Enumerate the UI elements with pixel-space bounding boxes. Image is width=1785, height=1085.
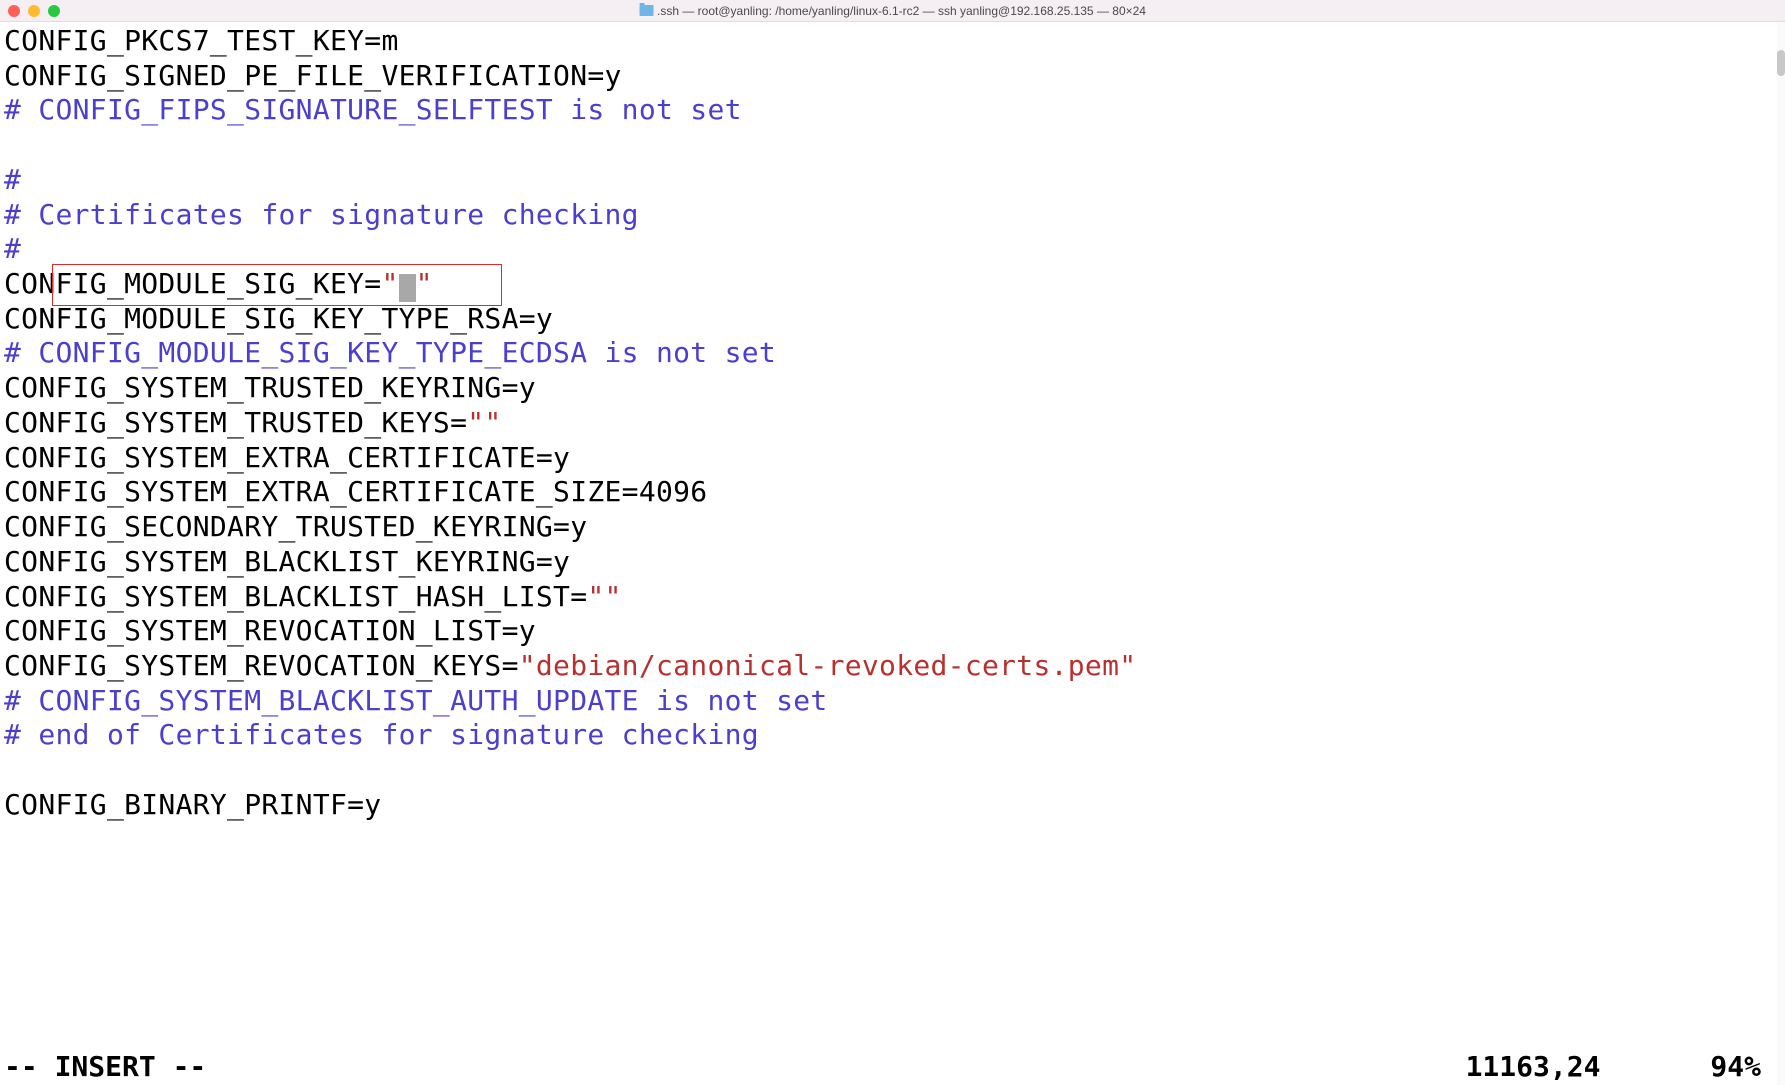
config-key: CONFIG_SYSTEM_TRUSTED_KEYS= xyxy=(4,406,467,439)
editor-line[interactable]: # Certificates for signature checking xyxy=(4,198,1781,233)
comment-text: # CONFIG_FIPS_SIGNATURE_SELFTEST is not … xyxy=(4,93,742,126)
comment-text: # Certificates for signature checking xyxy=(4,198,639,231)
vim-status-bar: -- INSERT -- 11163,24 94% xyxy=(4,1050,1781,1085)
config-text: CONFIG_SYSTEM_EXTRA_CERTIFICATE=y xyxy=(4,441,570,474)
string-value: "" xyxy=(587,580,621,613)
editor-line[interactable]: CONFIG_SYSTEM_EXTRA_CERTIFICATE=y xyxy=(4,441,1781,476)
editor-line[interactable]: # CONFIG_MODULE_SIG_KEY_TYPE_ECDSA is no… xyxy=(4,336,1781,371)
config-text: CONFIG_PKCS7_TEST_KEY=m xyxy=(4,24,399,57)
editor-line[interactable]: CONFIG_PKCS7_TEST_KEY=m xyxy=(4,24,1781,59)
comment-text: # xyxy=(4,232,21,265)
editor-line[interactable] xyxy=(4,753,1781,788)
window-controls xyxy=(8,5,60,17)
editor-line[interactable]: CONFIG_SYSTEM_REVOCATION_LIST=y xyxy=(4,614,1781,649)
editor-line[interactable]: # xyxy=(4,163,1781,198)
editor-line[interactable]: CONFIG_SECONDARY_TRUSTED_KEYRING=y xyxy=(4,510,1781,545)
editor-line[interactable]: # CONFIG_FIPS_SIGNATURE_SELFTEST is not … xyxy=(4,93,1781,128)
config-key: CONFIG_SYSTEM_REVOCATION_KEYS= xyxy=(4,649,519,682)
scrollbar-thumb[interactable] xyxy=(1777,50,1785,76)
config-text: CONFIG_BINARY_PRINTF=y xyxy=(4,788,381,821)
config-text: CONFIG_SIGNED_PE_FILE_VERIFICATION=y xyxy=(4,59,622,92)
editor-line[interactable]: CONFIG_SYSTEM_BLACKLIST_KEYRING=y xyxy=(4,545,1781,580)
comment-text: # end of Certificates for signature chec… xyxy=(4,718,759,751)
folder-icon xyxy=(639,5,653,16)
editor-line[interactable]: # end of Certificates for signature chec… xyxy=(4,718,1781,753)
config-text: CONFIG_SYSTEM_BLACKLIST_KEYRING=y xyxy=(4,545,570,578)
maximize-button[interactable] xyxy=(48,5,60,17)
close-button[interactable] xyxy=(8,5,20,17)
config-text: CONFIG_SYSTEM_TRUSTED_KEYRING=y xyxy=(4,371,536,404)
window-title-text: .ssh — root@yanling: /home/yanling/linux… xyxy=(657,4,1146,18)
scroll-percent: 94% xyxy=(1710,1050,1761,1083)
terminal-editor-area[interactable]: CONFIG_PKCS7_TEST_KEY=mCONFIG_SIGNED_PE_… xyxy=(0,22,1785,825)
editor-line[interactable]: CONFIG_SYSTEM_TRUSTED_KEYS="" xyxy=(4,406,1781,441)
window-titlebar: .ssh — root@yanling: /home/yanling/linux… xyxy=(0,0,1785,22)
editor-line[interactable]: CONFIG_BINARY_PRINTF=y xyxy=(4,788,1781,823)
config-text: CONFIG_SYSTEM_EXTRA_CERTIFICATE_SIZE=409… xyxy=(4,475,707,508)
config-text: CONFIG_SYSTEM_REVOCATION_LIST=y xyxy=(4,614,536,647)
string-quote: " xyxy=(416,267,433,300)
string-quote: " xyxy=(381,267,398,300)
config-text: CONFIG_MODULE_SIG_KEY_TYPE_RSA=y xyxy=(4,302,553,335)
editor-line[interactable]: CONFIG_SYSTEM_TRUSTED_KEYRING=y xyxy=(4,371,1781,406)
string-value: "debian/canonical-revoked-certs.pem" xyxy=(519,649,1137,682)
comment-text: # CONFIG_SYSTEM_BLACKLIST_AUTH_UPDATE is… xyxy=(4,684,828,717)
scrollbar-track[interactable] xyxy=(1777,22,1785,1085)
vim-mode-indicator: -- INSERT -- xyxy=(4,1050,206,1083)
window-title: .ssh — root@yanling: /home/yanling/linux… xyxy=(639,4,1146,18)
minimize-button[interactable] xyxy=(28,5,40,17)
editor-line[interactable]: CONFIG_SIGNED_PE_FILE_VERIFICATION=y xyxy=(4,59,1781,94)
comment-text: # CONFIG_MODULE_SIG_KEY_TYPE_ECDSA is no… xyxy=(4,336,776,369)
editor-line[interactable]: # xyxy=(4,232,1781,267)
editor-line[interactable]: # CONFIG_SYSTEM_BLACKLIST_AUTH_UPDATE is… xyxy=(4,684,1781,719)
comment-text: # xyxy=(4,163,21,196)
config-key: CONFIG_MODULE_SIG_KEY= xyxy=(4,267,381,300)
editor-line[interactable]: CONFIG_SYSTEM_BLACKLIST_HASH_LIST="" xyxy=(4,580,1781,615)
string-value: "" xyxy=(467,406,501,439)
editor-line[interactable] xyxy=(4,128,1781,163)
editor-line[interactable]: CONFIG_MODULE_SIG_KEY="" xyxy=(4,267,1781,302)
config-key: CONFIG_SYSTEM_BLACKLIST_HASH_LIST= xyxy=(4,580,587,613)
editor-line[interactable]: CONFIG_SYSTEM_EXTRA_CERTIFICATE_SIZE=409… xyxy=(4,475,1781,510)
editor-line[interactable]: CONFIG_MODULE_SIG_KEY_TYPE_RSA=y xyxy=(4,302,1781,337)
config-text: CONFIG_SECONDARY_TRUSTED_KEYRING=y xyxy=(4,510,587,543)
cursor-position: 11163,24 xyxy=(1466,1050,1601,1083)
editor-line[interactable]: CONFIG_SYSTEM_REVOCATION_KEYS="debian/ca… xyxy=(4,649,1781,684)
text-cursor xyxy=(399,274,416,302)
